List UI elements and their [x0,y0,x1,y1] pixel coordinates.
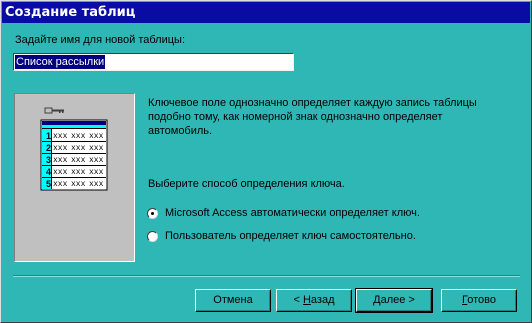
back-button-rest: азад [310,294,335,306]
table-icon: 1 xxx xxx xxx2 xxx xxx xxx3 xxx xxx xxx4 xxx xxx xxx… [40,119,108,191]
next-button[interactable]: Далее > [355,288,433,313]
row-number: 5 [46,179,51,189]
cancel-button[interactable]: Отмена [195,289,271,312]
cell-placeholder: xxx [71,156,86,165]
cell-placeholder: xxx [53,144,68,153]
cell-placeholder: xxx [53,168,68,177]
row-number: 3 [46,155,51,165]
cell-placeholder: xxx [89,144,104,153]
table-name-value: Список рассылки [15,55,106,69]
finish-button[interactable]: Готово [441,289,517,312]
key-illustration-panel: 1 xxx xxx xxx 2 xxx xxx xxx 3 xxx xxx xxx 4 xxx xxx xxx… [14,93,135,262]
cell-placeholder: xxx [71,144,86,153]
cell-placeholder: xxx [89,180,104,189]
back-button-prefix: < [293,294,303,306]
cell-placeholder: xxx [71,168,86,177]
cell-placeholder: xxx [53,156,68,165]
cell-placeholder: xxx [89,168,104,177]
row-number: 4 [46,167,51,177]
key-icon [44,107,64,114]
table-illustration: 1 xxx xxx xxx2 xxx xxx xxx3 xxx xxx xxx4 xxx xxx xxx… [40,107,108,191]
title-bar: Создание таблиц [2,2,530,23]
radio-user-key[interactable] [147,230,158,242]
table-name-input[interactable]: Список рассылки [13,53,294,71]
next-button-rest: алее > [380,294,415,306]
option-auto-key[interactable]: Microsoft Access автоматически определяе… [147,207,420,219]
table-wizard-dialog: Создание таблиц Задайте имя для новой та… [0,0,532,323]
option-auto-key-label: Microsoft Access автоматически определяе… [165,207,420,219]
separator-highlight [13,276,520,277]
finish-button-rest: отово [467,294,496,306]
table-name-prompt: Задайте имя для новой таблицы: [15,34,185,46]
cell-placeholder: xxx [89,132,104,141]
back-button-hotkey: Н [302,294,311,306]
option-user-key-label: Пользователь определяет ключ самостоятел… [165,230,416,242]
back-button[interactable]: < Назад [276,289,352,312]
cell-placeholder: xxx [71,180,86,189]
option-user-key[interactable]: Пользователь определяет ключ самостоятел… [147,230,416,242]
cell-placeholder: xxx [53,180,68,189]
cell-placeholder: xxx [89,156,104,165]
row-number: 1 [46,131,51,141]
key-field-explanation: Ключевое поле однозначно определяет кажд… [148,97,477,137]
cell-placeholder: xxx [53,132,68,141]
key-method-label: Выберите способ определения ключа. [148,178,345,190]
cell-placeholder: xxx [71,132,86,141]
row-number: 2 [46,143,51,153]
radio-auto-key[interactable] [147,207,158,219]
next-button-hotkey: Д [373,294,381,306]
